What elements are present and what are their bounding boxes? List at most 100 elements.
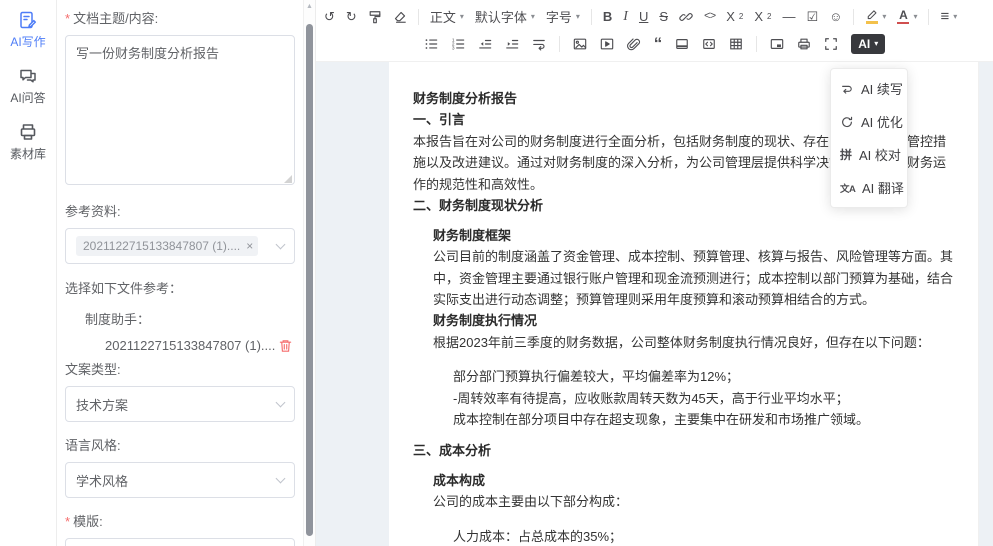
- ai-writing-form: *文档主题/内容: 参考资料: 2021122715133847807 (1).…: [57, 0, 303, 546]
- template-select[interactable]: 通用模板: [65, 538, 295, 546]
- toolbar-row-2: 123 “: [324, 30, 985, 57]
- divider-icon[interactable]: [675, 37, 689, 51]
- ai-optimize-icon: [840, 115, 854, 129]
- undo-icon[interactable]: ↺: [324, 9, 335, 25]
- doc-list-item: 成本控制在部分项目中存在超支现象，主要集中在研发和市场推广领域。: [413, 409, 954, 430]
- inline-code-icon[interactable]: <>: [704, 11, 715, 23]
- panel-scrollbar: ▲: [303, 0, 315, 546]
- text-wrap-icon[interactable]: [532, 37, 546, 51]
- delete-file-icon[interactable]: [278, 338, 293, 353]
- required-asterisk: *: [65, 11, 70, 26]
- ai-translate-icon: 文A: [840, 181, 855, 195]
- menu-item-ai-optimize[interactable]: AI 优化: [831, 105, 907, 138]
- caret-down-icon: ▾: [882, 12, 886, 21]
- indent-icon[interactable]: [505, 37, 519, 51]
- required-asterisk: *: [65, 514, 70, 529]
- code-block-icon[interactable]: [702, 37, 716, 51]
- ai-qa-icon: [18, 66, 38, 86]
- ai-dropdown-menu: AI 续写 AI 优化 拼 AI 校对 文A AI 翻译: [830, 68, 908, 208]
- ai-writing-icon: [18, 10, 38, 30]
- nav-sidebar: AI写作 AI问答 素材库: [0, 0, 57, 546]
- table-icon[interactable]: [729, 37, 743, 51]
- reference-select[interactable]: 2021122715133847807 (1).... ×: [65, 228, 295, 264]
- font-color-icon[interactable]: A ▾: [897, 9, 917, 25]
- strikethrough-icon[interactable]: S: [659, 9, 668, 24]
- file-name: 2021122715133847807 (1)....: [105, 338, 278, 353]
- bold-icon[interactable]: B: [603, 9, 612, 24]
- bullet-list-icon[interactable]: [424, 37, 438, 51]
- ordered-list-icon[interactable]: 123: [451, 37, 465, 51]
- doc-list-item: 部分部门预算执行偏差较大，平均偏差率为12%；: [413, 366, 954, 387]
- ai-menu-button[interactable]: AI ▾: [851, 34, 885, 54]
- topic-textarea[interactable]: [65, 35, 295, 185]
- italic-icon[interactable]: I: [623, 9, 628, 25]
- toolbar-separator: [756, 36, 757, 52]
- align-select[interactable]: ≡ ▾: [940, 8, 957, 25]
- outdent-icon[interactable]: [478, 37, 492, 51]
- chevron-down-icon: [276, 239, 286, 249]
- font-size-select[interactable]: 字号 ▾: [546, 7, 580, 26]
- sidebar-item-label: AI写作: [10, 33, 45, 50]
- todo-checkbox-icon[interactable]: ☑: [806, 9, 818, 25]
- topic-label: *文档主题/内容:: [65, 8, 295, 27]
- chevron-down-icon: [276, 473, 286, 483]
- chevron-down-icon: [276, 397, 286, 407]
- horizontal-rule-icon[interactable]: —: [782, 9, 795, 24]
- menu-item-ai-translate[interactable]: 文A AI 翻译: [831, 171, 907, 204]
- template-label: *模版:: [65, 511, 295, 530]
- editor-region: ↺ ↻ 正文 ▾ 默认字体 ▾ 字号 ▾ B I U: [315, 0, 993, 546]
- paragraph-style-select[interactable]: 正文 ▾: [430, 7, 464, 26]
- scrollbar-up-arrow[interactable]: ▲: [304, 3, 315, 10]
- doc-subheading: 财务制度框架: [413, 225, 954, 246]
- sidebar-item-ai-writing[interactable]: AI写作: [10, 10, 45, 50]
- doc-paragraph: 公司目前的制度涵盖了资金管理、成本控制、预算管理、核算与报告、风险管理等方面。其…: [413, 246, 954, 310]
- file-row: 2021122715133847807 (1)....: [105, 338, 295, 353]
- menu-item-ai-continue[interactable]: AI 续写: [831, 72, 907, 105]
- font-family-select[interactable]: 默认字体 ▾: [475, 7, 535, 26]
- toolbar-separator: [928, 9, 929, 25]
- svg-text:3: 3: [452, 45, 455, 50]
- toolbar-row-1: ↺ ↻ 正文 ▾ 默认字体 ▾ 字号 ▾ B I U: [324, 3, 985, 30]
- insert-video-icon[interactable]: [600, 37, 614, 51]
- print-icon[interactable]: [797, 37, 811, 51]
- lang-style-label: 语言风格:: [65, 435, 295, 454]
- caret-down-icon: ▾: [874, 39, 878, 48]
- toolbar-separator: [559, 36, 560, 52]
- link-icon[interactable]: [679, 10, 693, 24]
- toolbar-separator: [591, 9, 592, 25]
- doc-subheading: 成本构成: [413, 470, 954, 491]
- superscript-icon[interactable]: X2: [754, 9, 771, 24]
- sidebar-item-material-library[interactable]: 素材库: [10, 122, 46, 162]
- caret-down-icon: ▾: [953, 12, 957, 21]
- ai-proofread-icon: 拼: [840, 146, 852, 163]
- subscript-icon[interactable]: X2: [726, 9, 743, 24]
- fullscreen-icon[interactable]: [824, 37, 838, 51]
- caret-down-icon: ▾: [460, 12, 464, 21]
- doc-type-label: 文案类型:: [65, 359, 295, 378]
- doc-paragraph: 根据2023年前三季度的财务数据，公司整体财务制度执行情况良好，但存在以下问题：: [413, 332, 954, 353]
- sidebar-item-label: AI问答: [10, 89, 45, 106]
- textarea-resize-handle[interactable]: [284, 175, 292, 183]
- toolbar-separator: [418, 9, 419, 25]
- ai-continue-icon: [840, 82, 854, 96]
- scrollbar-thumb[interactable]: [306, 24, 313, 536]
- format-painter-icon[interactable]: [368, 10, 382, 24]
- editor-toolbar: ↺ ↻ 正文 ▾ 默认字体 ▾ 字号 ▾ B I U: [316, 0, 993, 62]
- insert-image-icon[interactable]: [573, 37, 587, 51]
- pip-window-icon[interactable]: [770, 37, 784, 51]
- emoji-icon[interactable]: ☺: [829, 9, 842, 24]
- sidebar-item-label: 素材库: [10, 145, 46, 162]
- sidebar-item-ai-qa[interactable]: AI问答: [10, 66, 45, 106]
- redo-icon[interactable]: ↻: [346, 9, 357, 25]
- underline-icon[interactable]: U: [639, 9, 648, 24]
- menu-item-ai-proofread[interactable]: 拼 AI 校对: [831, 138, 907, 171]
- clear-format-icon[interactable]: [393, 10, 407, 24]
- material-library-icon: [18, 122, 38, 142]
- attachment-icon[interactable]: [627, 37, 641, 51]
- caret-down-icon: ▾: [531, 12, 535, 21]
- blockquote-icon[interactable]: “: [654, 39, 663, 49]
- lang-style-select[interactable]: 学术风格: [65, 462, 295, 498]
- doc-type-select[interactable]: 技术方案: [65, 386, 295, 422]
- tag-close-icon[interactable]: ×: [246, 240, 253, 252]
- highlight-color-icon[interactable]: ▾: [865, 9, 886, 24]
